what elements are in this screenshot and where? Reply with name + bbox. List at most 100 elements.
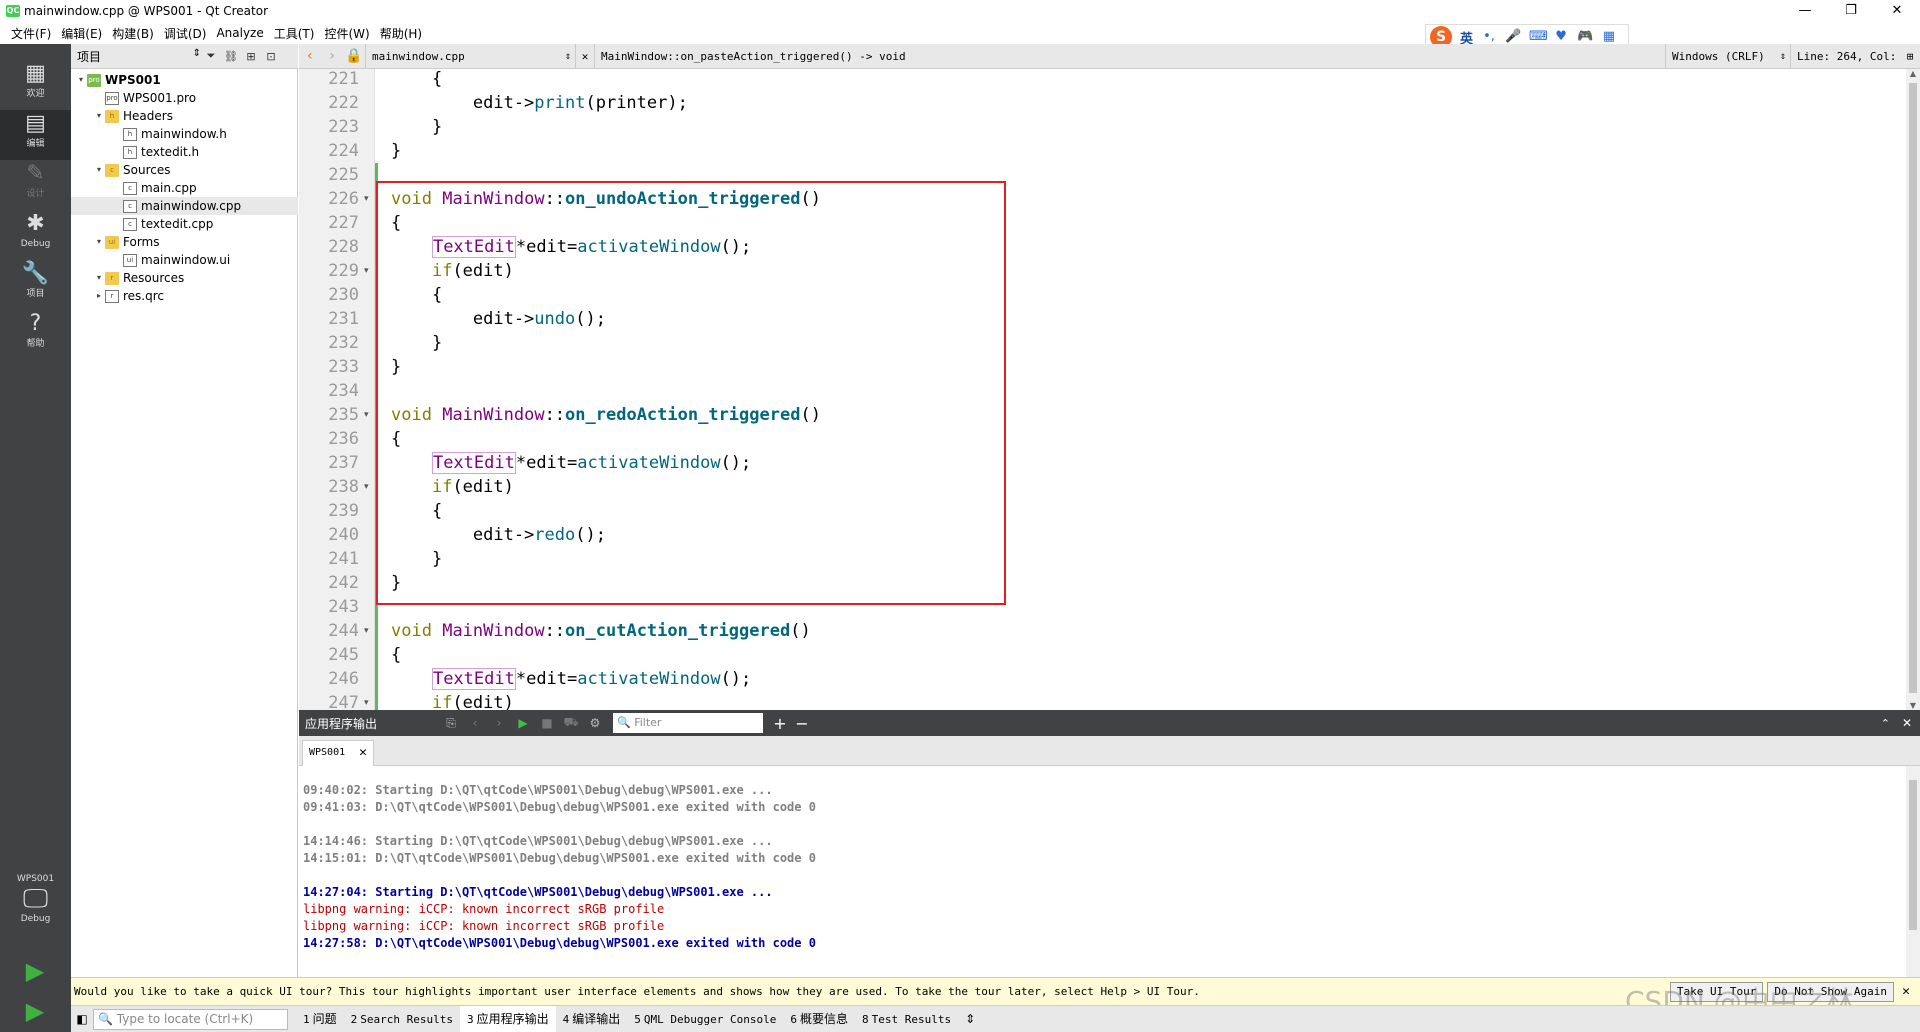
expand-arrow-icon[interactable]: ▸ [93,287,105,305]
zoom-out-icon[interactable]: − [791,714,813,733]
menu-item[interactable]: 控件(W) [319,25,374,42]
split-editor-icon[interactable]: ⊞ [1900,50,1920,63]
output-filter-input[interactable]: 🔍 Filter [613,713,763,733]
tree-file-node[interactable]: c mainwindow.cpp [71,197,298,215]
fold-marker-icon[interactable]: ▾ [364,475,374,499]
zoom-in-icon[interactable]: + [769,714,791,733]
skin-icon[interactable]: ♥ [1553,30,1569,44]
minimize-button[interactable]: — [1782,0,1828,22]
scroll-down-icon[interactable]: ▼ [1906,701,1920,710]
status-pane-button[interactable]: 1 问题 [296,1006,344,1032]
tree-file-node[interactable]: c textedit.cpp [71,215,298,233]
output-tab-wps001[interactable]: WPS001 ✕ [302,740,374,766]
toggle-sidebar-icon[interactable]: ◧ [71,1012,93,1026]
maximize-button[interactable]: ❐ [1828,0,1874,22]
expand-arrow-icon[interactable]: ▾ [93,269,105,287]
punctuation-icon[interactable]: •, [1481,30,1497,44]
fold-marker-icon[interactable]: ▾ [364,619,374,643]
stop-icon[interactable]: ■ [535,716,559,730]
menu-item[interactable]: 工具(T) [269,25,320,42]
output-vertical-scrollbar[interactable] [1906,766,1920,977]
mode-debug[interactable]: ✱ Debug [0,210,71,260]
cursor-position[interactable]: Line: 264, Col: 5 [1790,43,1900,88]
take-ui-tour-button[interactable]: Take UI Tour [1669,981,1764,1002]
menu-item[interactable]: 调试(D) [159,25,212,42]
tree-file-node[interactable]: h textedit.h [71,143,298,161]
locator-input[interactable]: 🔍 Type to locate (Ctrl+K) [93,1008,288,1030]
tree-file-node[interactable]: c main.cpp [71,179,298,197]
expand-arrow-icon[interactable]: ▾ [75,71,87,89]
tree-folder-node[interactable]: ▾ c Sources [71,161,298,179]
back-arrow-icon[interactable]: ‹ [299,48,321,64]
close-tab-icon[interactable]: ✕ [359,741,367,765]
more-panes-icon[interactable]: ⇕ [958,1006,982,1032]
tree-project-node[interactable]: ▾ pro WPS001 [71,71,298,89]
tree-file-node[interactable]: h mainwindow.h [71,125,298,143]
menu-item[interactable]: Analyze [211,26,268,40]
forward-arrow-icon[interactable]: › [321,48,343,64]
status-pane-button[interactable]: 4 编译输出 [556,1006,628,1032]
kit-selector[interactable]: WPS001 🖵 Debug [0,874,71,924]
close-document-icon[interactable]: ✕ [575,43,595,69]
scroll-up-icon[interactable]: ▲ [1906,69,1920,78]
mode-design[interactable]: ✎ 设计 [0,160,71,210]
line-ending-combo[interactable]: Windows (CRLF) [1665,43,1790,69]
tree-folder-node[interactable]: ▾ r Resources [71,269,298,287]
tree-file-node[interactable]: ui mainwindow.ui [71,251,298,269]
maximize-pane-icon[interactable]: ⌃ [1881,717,1890,730]
gamepad-icon[interactable]: 🎮 [1577,30,1593,44]
microphone-icon[interactable]: 🎤 [1505,30,1521,44]
split-icon[interactable]: ⊞ [241,50,261,63]
fold-marker-icon[interactable]: ▾ [364,187,374,211]
close-infobar-icon[interactable]: ✕ [1898,984,1914,999]
line-number: 230 [328,285,359,305]
do-not-show-again-button[interactable]: Do Not Show Again [1767,981,1894,1002]
fold-marker-icon[interactable]: ▾ [364,259,374,283]
status-pane-button[interactable]: 8 Test Results [855,1006,958,1032]
scrollbar-thumb[interactable] [1909,83,1917,693]
menu-item[interactable]: 构建(B) [107,25,159,42]
tree-folder-node[interactable]: ▾ h Headers [71,107,298,125]
menu-item[interactable]: 文件(F) [6,25,56,42]
tree-file-node[interactable]: pro WPS001.pro [71,89,298,107]
tree-file-node[interactable]: ▸ r res.qrc [71,287,298,305]
close-panel-icon[interactable]: ⊡ [261,50,281,63]
apps-grid-icon[interactable]: ▦ [1601,30,1617,44]
expand-arrow-icon[interactable]: ▾ [93,233,105,251]
menu-item[interactable]: 帮助(H) [375,25,427,42]
close-pane-icon[interactable]: ✕ [1902,716,1912,730]
project-view-selector[interactable]: 项目 [75,48,201,65]
status-pane-button[interactable]: 3 应用程序输出 [459,1005,556,1032]
editor-vertical-scrollbar[interactable]: ▲ ▼ [1906,69,1920,710]
prev-icon[interactable]: ‹ [463,716,487,730]
tree-folder-node[interactable]: ▾ ui Forms [71,233,298,251]
run-icon[interactable]: ▶ [20,956,50,986]
expand-arrow-icon[interactable]: ▾ [93,107,105,125]
attach-icon[interactable]: ⎘ [439,716,463,731]
mode-projects[interactable]: 🔧 项目 [0,260,71,310]
menu-item[interactable]: 编辑(E) [56,25,107,42]
application-output-text[interactable]: 09:40:02: Starting D:\QT\qtCode\WPS001\D… [299,766,1920,977]
mode-welcome[interactable]: ▦ 欢迎 [0,60,71,110]
expand-arrow-icon[interactable]: ▾ [93,161,105,179]
status-pane-button[interactable]: 5 QML Debugger Console [627,1006,783,1032]
filter-icon[interactable]: ⏷ [201,49,221,63]
status-pane-button[interactable]: 2 Search Results [344,1006,460,1032]
mode-help[interactable]: ? 帮助 [0,310,71,360]
start-debugging-icon[interactable]: ▶ [20,996,50,1026]
attach-debugger-icon[interactable]: ⛟ [559,715,583,731]
open-document-combo[interactable]: mainwindow.cpp [365,43,575,69]
next-icon[interactable]: › [487,716,511,730]
scrollbar-thumb[interactable] [1909,780,1917,930]
close-window-button[interactable]: ✕ [1874,0,1920,22]
rerun-icon[interactable]: ▶ [511,716,535,730]
keyboard-icon[interactable]: ⌨ [1529,30,1548,44]
settings-gear-icon[interactable]: ⚙ [583,716,607,730]
status-pane-button[interactable]: 6 概要信息 [783,1006,855,1032]
mode-edit[interactable]: ▤ 编辑 [0,110,71,160]
fold-marker-icon[interactable]: ▾ [364,691,374,710]
folder-icon: r [105,271,119,285]
symbol-combo[interactable]: MainWindow::on_pasteAction_triggered() -… [595,44,1665,69]
link-icon[interactable]: ⛓ [221,50,241,63]
fold-marker-icon[interactable]: ▾ [364,403,374,427]
